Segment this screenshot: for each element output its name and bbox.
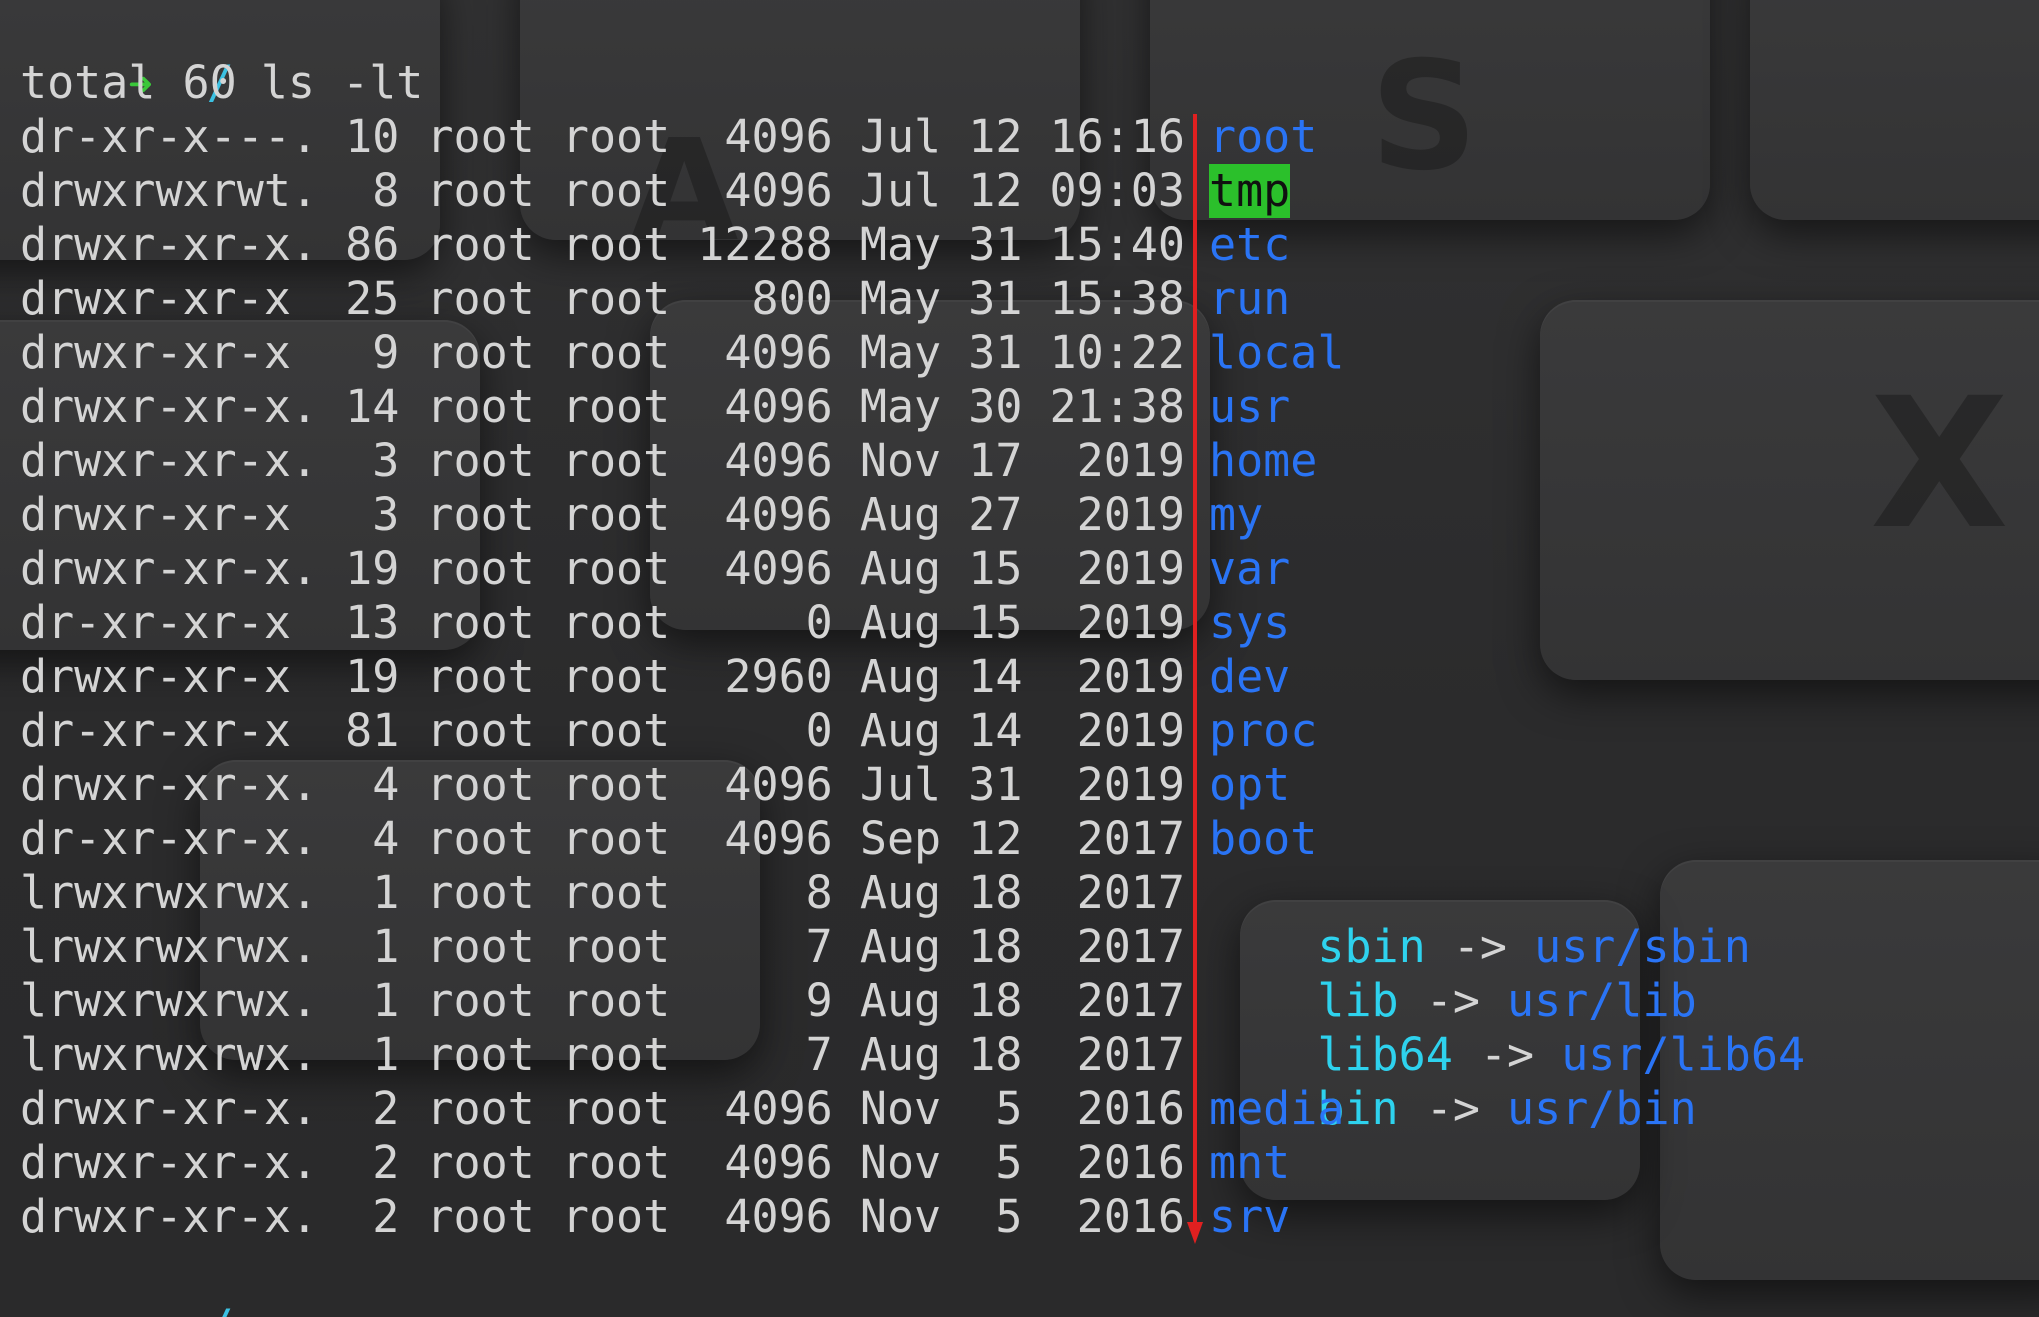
entry-name-highlighted: tmp [1209,164,1291,218]
entry-name: var [1209,542,1291,595]
entry-name: opt [1209,758,1291,811]
arrow-right-icon: ➜ [128,1306,152,1317]
entry-meta: dr-xr-x---. 10 root root 4096 Jul 12 16:… [20,110,1185,163]
entry-name: proc [1209,704,1318,757]
entry-meta: dr-xr-xr-x 13 root root 0 Aug 15 2019 [20,596,1185,649]
background-key [1750,0,2039,220]
symlink-arrow: -> [1425,1082,1480,1135]
symlink-entry: bin -> usr/bin [1209,1028,1696,1135]
entry-meta: drwxr-xr-x. 2 root root 4096 Nov 5 2016 [20,1136,1185,1189]
entry-name: root [1209,110,1318,163]
symlink-entry: lib -> usr/lib [1209,920,1696,1027]
entry-meta: drwxr-xr-x 19 root root 2960 Aug 14 2019 [20,650,1185,703]
prompt-line[interactable]: ➜ / [20,1246,233,1317]
symlink-entry: sbin -> usr/sbin [1209,866,1751,973]
entry-meta: drwxr-xr-x. 2 root root 4096 Nov 5 2016 [20,1190,1185,1243]
entry-meta: lrwxrwxrwx. 1 root root 9 Aug 18 2017 [20,974,1185,1027]
background-key-letter: X [1870,360,2009,569]
entry-name: srv [1209,1190,1291,1243]
entry-meta: drwxr-xr-x. 86 root root 12288 May 31 15… [20,218,1185,271]
entry-name: local [1209,326,1345,379]
entry-meta: lrwxrwxrwx. 1 root root 8 Aug 18 2017 [20,866,1185,919]
entry-meta: drwxr-xr-x. 3 root root 4096 Nov 17 2019 [20,434,1185,487]
prompt-directory: / [207,1300,234,1317]
entry-meta: drwxrwxrwt. 8 root root 4096 Jul 12 09:0… [20,164,1185,217]
entry-meta: dr-xr-xr-x 81 root root 0 Aug 14 2019 [20,704,1185,757]
entry-name: boot [1209,812,1318,865]
total-line: total 60 [20,56,237,109]
command-text: ls -lt [260,56,424,109]
symlink-target: usr/bin [1507,1082,1697,1135]
entry-name: etc [1209,218,1291,271]
entry-name: dev [1209,650,1291,703]
entry-name: sys [1209,596,1291,649]
entry-meta: dr-xr-xr-x. 4 root root 4096 Sep 12 2017 [20,812,1185,865]
entry-name: usr [1209,380,1291,433]
red-down-arrow-icon [1187,114,1203,1244]
entry-name: home [1209,434,1318,487]
entry-name: media [1209,1082,1345,1135]
entry-name: my [1209,488,1264,541]
entry-meta: drwxr-xr-x. 19 root root 4096 Aug 15 201… [20,542,1185,595]
entry-meta: drwxr-xr-x. 14 root root 4096 May 30 21:… [20,380,1185,433]
entry-meta: lrwxrwxrwx. 1 root root 7 Aug 18 2017 [20,1028,1185,1081]
entry-meta: drwxr-xr-x. 4 root root 4096 Jul 31 2019 [20,758,1185,811]
entry-meta: drwxr-xr-x 25 root root 800 May 31 15:38 [20,272,1185,325]
entry-meta: drwxr-xr-x 3 root root 4096 Aug 27 2019 [20,488,1185,541]
entry-meta: drwxr-xr-x. 2 root root 4096 Nov 5 2016 [20,1082,1185,1135]
background-key-letter: S [1370,30,1479,204]
symlink-entry: lib64 -> usr/lib64 [1209,974,1805,1081]
entry-name: mnt [1209,1136,1291,1189]
entry-name: run [1209,272,1291,325]
command-line: ➜ / ls -lt [20,2,423,109]
entry-meta: lrwxrwxrwx. 1 root root 7 Aug 18 2017 [20,920,1185,973]
entry-meta: drwxr-xr-x 9 root root 4096 May 31 10:22 [20,326,1185,379]
